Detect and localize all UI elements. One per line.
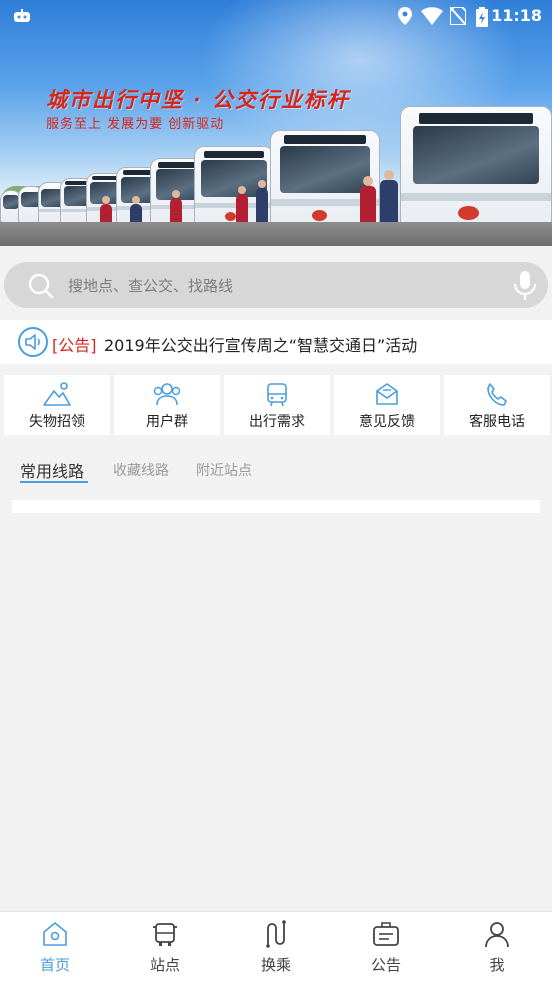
quick-label: 用户群	[146, 414, 188, 430]
mail-icon	[376, 383, 398, 405]
nav-label: 首页	[39, 956, 70, 974]
nav-label: 我	[489, 956, 505, 974]
location-icon	[398, 7, 412, 25]
banner-slogan: 城市出行中坚 · 公交行业标杆	[46, 87, 350, 112]
quick-lost-found[interactable]: 失物招领	[4, 375, 110, 435]
road	[0, 222, 552, 246]
quick-label: 出行需求	[249, 414, 305, 430]
announcement-bar[interactable]: [公告] 2019年公交出行宣传周之“智慧交通日”活动	[0, 320, 552, 364]
lost-found-icon	[43, 382, 71, 406]
status-time: 11:18	[491, 6, 542, 25]
tab-active-indicator	[20, 481, 88, 483]
quick-feedback[interactable]: 意见反馈	[334, 375, 440, 435]
bus-icon	[267, 383, 287, 407]
search-icon	[28, 273, 54, 299]
notice-tag: [公告]	[52, 336, 97, 355]
quick-label: 客服电话	[469, 414, 525, 430]
tab-favorite-routes[interactable]: 收藏线路	[113, 460, 169, 480]
battery-charging-icon	[476, 7, 488, 27]
nav-announcements[interactable]: 公告	[331, 912, 441, 981]
nav-profile[interactable]: 我	[442, 912, 552, 981]
no-sim-icon	[450, 7, 466, 25]
quick-customer-phone[interactable]: 客服电话	[444, 375, 550, 435]
banner-image[interactable]: 城市出行中坚 · 公交行业标杆 服务至上 发展为要 创新驱动	[0, 0, 552, 246]
search-bar[interactable]: 搜地点、查公交、找路线	[4, 262, 548, 308]
quick-label: 意见反馈	[359, 414, 415, 430]
nav-home[interactable]: 首页	[0, 912, 110, 981]
home-icon	[43, 922, 67, 946]
announcement-icon	[373, 922, 399, 946]
profile-icon	[485, 922, 509, 948]
status-bar: 11:18	[0, 0, 552, 32]
nav-label: 站点	[149, 956, 180, 974]
quick-travel-demand[interactable]: 出行需求	[224, 375, 330, 435]
nav-label: 换乘	[260, 956, 291, 974]
phone-icon	[487, 383, 507, 406]
microphone-icon[interactable]	[514, 271, 536, 301]
user-group-icon	[153, 383, 181, 406]
tab-nearby-stops[interactable]: 附近站点	[196, 460, 252, 480]
speaker-icon	[18, 327, 48, 357]
bus-stop-icon	[153, 923, 177, 946]
quick-user-group[interactable]: 用户群	[114, 375, 220, 435]
tab-frequent-routes[interactable]: 常用线路	[20, 458, 84, 482]
quick-label: 失物招领	[29, 414, 85, 430]
route-list	[12, 500, 540, 513]
nav-stops[interactable]: 站点	[110, 912, 220, 981]
android-debug-icon	[14, 9, 30, 22]
transfer-icon	[266, 920, 286, 948]
nav-label: 公告	[370, 956, 401, 974]
bottom-navigation: 首页 站点 换乘 公告 我	[0, 911, 552, 981]
search-placeholder: 搜地点、查公交、找路线	[68, 277, 234, 295]
banner-sub-slogan: 服务至上 发展为要 创新驱动	[46, 117, 225, 132]
nav-transfer[interactable]: 换乘	[221, 912, 331, 981]
wifi-icon	[421, 7, 443, 25]
notice-text[interactable]: 2019年公交出行宣传周之“智慧交通日”活动	[104, 332, 417, 356]
